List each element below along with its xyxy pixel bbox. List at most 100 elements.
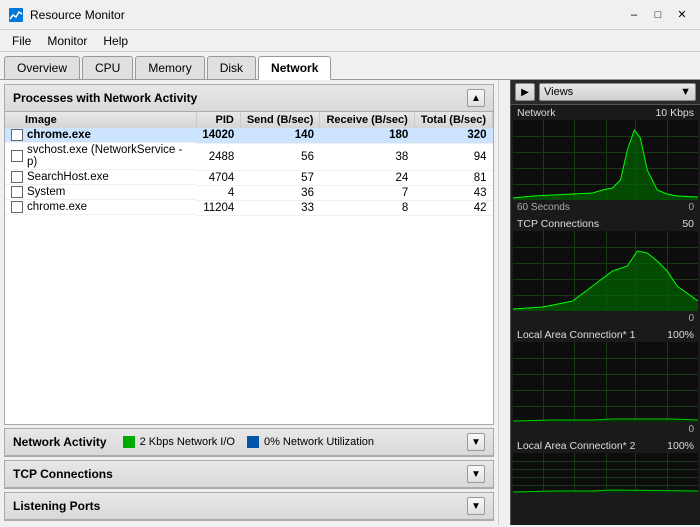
cell-total: 42	[414, 200, 492, 215]
graph-local1-label-row: Local Area Connection* 1 100%	[511, 327, 700, 342]
listening-ports-title: Listening Ports	[13, 499, 100, 513]
table-row[interactable]: chrome.exe 11204 33 8 42	[5, 200, 493, 215]
graph-network-canvas	[513, 120, 698, 200]
menu-monitor[interactable]: Monitor	[39, 32, 95, 50]
cell-total: 81	[414, 170, 492, 185]
graph-tcp-bottom: 0	[511, 313, 700, 327]
table-row[interactable]: System 4 36 7 43	[5, 185, 493, 200]
image-name: chrome.exe	[27, 129, 91, 141]
tcp-section-header[interactable]: TCP Connections ▼	[5, 461, 493, 488]
graph-local2: Local Area Connection* 2 100%	[511, 438, 700, 495]
title-bar: Resource Monitor – □ ✕	[0, 0, 700, 30]
row-checkbox[interactable]	[11, 150, 23, 162]
graph-network: Network 10 Kbps 60 Seconds 0	[511, 105, 700, 216]
graph-local2-canvas	[513, 453, 698, 493]
tab-network[interactable]: Network	[258, 56, 331, 80]
row-checkbox[interactable]	[11, 171, 23, 183]
graph-network-label-row: Network 10 Kbps	[511, 105, 700, 120]
listening-ports-collapse-button[interactable]: ▼	[467, 497, 485, 515]
cell-image: System	[5, 185, 196, 200]
cell-total: 320	[414, 128, 492, 143]
graph-network-label: Network	[517, 107, 556, 119]
views-button[interactable]: Views ▼	[539, 83, 696, 101]
close-button[interactable]: ✕	[672, 5, 692, 25]
left-panel: Processes with Network Activity ▲ Image …	[0, 80, 498, 525]
graph-local2-svg	[513, 453, 698, 493]
graph-local1-value: 100%	[667, 329, 694, 341]
graph-local2-label-row: Local Area Connection* 2 100%	[511, 438, 700, 453]
tab-overview[interactable]: Overview	[4, 56, 80, 79]
main-content: Processes with Network Activity ▲ Image …	[0, 80, 700, 525]
right-panel: ▶ Views ▼ Network 10 Kbps 60 Second	[510, 80, 700, 525]
tab-bar: Overview CPU Memory Disk Network	[0, 52, 700, 80]
graph-tcp-label-row: TCP Connections 50	[511, 216, 700, 231]
cell-send: 56	[240, 143, 320, 170]
graph-network-bottom-right: 0	[688, 202, 694, 213]
minimize-button[interactable]: –	[624, 5, 644, 25]
tab-disk[interactable]: Disk	[207, 56, 256, 79]
col-total[interactable]: Total (B/sec)	[414, 112, 492, 128]
process-collapse-button[interactable]: ▲	[467, 89, 485, 107]
col-pid[interactable]: PID	[196, 112, 240, 128]
network-activity-title: Network Activity	[13, 435, 107, 449]
tcp-section-title: TCP Connections	[13, 467, 113, 481]
graph-local2-label: Local Area Connection* 2	[517, 440, 636, 452]
cell-total: 43	[414, 185, 492, 200]
graph-local1-svg	[513, 342, 698, 422]
graph-local1: Local Area Connection* 1 100% 0	[511, 327, 700, 438]
title-bar-text: Resource Monitor	[30, 8, 624, 22]
cell-pid: 11204	[196, 200, 240, 215]
listening-ports-header[interactable]: Listening Ports ▼	[5, 493, 493, 520]
graph-tcp-canvas	[513, 231, 698, 311]
image-name: SearchHost.exe	[27, 171, 109, 183]
col-send[interactable]: Send (B/sec)	[240, 112, 320, 128]
process-section: Processes with Network Activity ▲ Image …	[4, 84, 494, 425]
maximize-button[interactable]: □	[648, 5, 668, 25]
cell-send: 36	[240, 185, 320, 200]
table-row[interactable]: chrome.exe 14020 140 180 320	[5, 128, 493, 143]
network-activity-header[interactable]: Network Activity 2 Kbps Network I/O 0% N…	[5, 429, 493, 456]
row-checkbox[interactable]	[11, 201, 23, 213]
cell-send: 33	[240, 200, 320, 215]
image-name: svchost.exe (NetworkService -p)	[27, 144, 190, 168]
graph-tcp-bottom-right: 0	[688, 313, 694, 324]
tab-cpu[interactable]: CPU	[82, 56, 133, 79]
listening-ports-section: Listening Ports ▼	[4, 492, 494, 521]
graph-network-bottom-left: 60 Seconds	[517, 202, 570, 213]
app-icon	[8, 7, 24, 23]
cell-receive: 24	[320, 170, 414, 185]
menu-file[interactable]: File	[4, 32, 39, 50]
views-label: Views	[544, 86, 573, 98]
graph-tcp-svg	[513, 231, 698, 311]
tcp-collapse-button[interactable]: ▼	[467, 465, 485, 483]
tab-memory[interactable]: Memory	[135, 56, 204, 79]
tcp-connections-section: TCP Connections ▼	[4, 460, 494, 489]
col-image[interactable]: Image	[5, 112, 196, 128]
right-nav-button[interactable]: ▶	[515, 83, 535, 101]
menu-help[interactable]: Help	[95, 32, 136, 50]
table-row[interactable]: svchost.exe (NetworkService -p) 2488 56 …	[5, 143, 493, 170]
views-dropdown-icon: ▼	[680, 86, 691, 98]
cell-pid: 14020	[196, 128, 240, 143]
row-checkbox[interactable]	[11, 129, 23, 141]
graph-network-value: 10 Kbps	[655, 107, 694, 119]
legend-io-color	[123, 436, 135, 448]
row-checkbox[interactable]	[11, 186, 23, 198]
menu-bar: File Monitor Help	[0, 30, 700, 52]
graph-tcp-value: 50	[682, 218, 694, 230]
col-receive[interactable]: Receive (B/sec)	[320, 112, 414, 128]
process-section-header[interactable]: Processes with Network Activity ▲	[5, 85, 493, 112]
process-table: Image PID Send (B/sec) Receive (B/sec) T…	[5, 112, 493, 216]
cell-send: 57	[240, 170, 320, 185]
graph-local1-bottom: 0	[511, 424, 700, 438]
process-section-title: Processes with Network Activity	[13, 91, 197, 105]
image-name: System	[27, 186, 65, 198]
scrollbar[interactable]	[498, 80, 510, 525]
cell-pid: 4704	[196, 170, 240, 185]
network-activity-collapse-button[interactable]: ▼	[467, 433, 485, 451]
cell-image: chrome.exe	[5, 128, 196, 143]
graph-network-svg	[513, 120, 698, 200]
legend-util: 0% Network Utilization	[247, 436, 374, 448]
graph-local1-label: Local Area Connection* 1	[517, 329, 636, 341]
table-row[interactable]: SearchHost.exe 4704 57 24 81	[5, 170, 493, 185]
